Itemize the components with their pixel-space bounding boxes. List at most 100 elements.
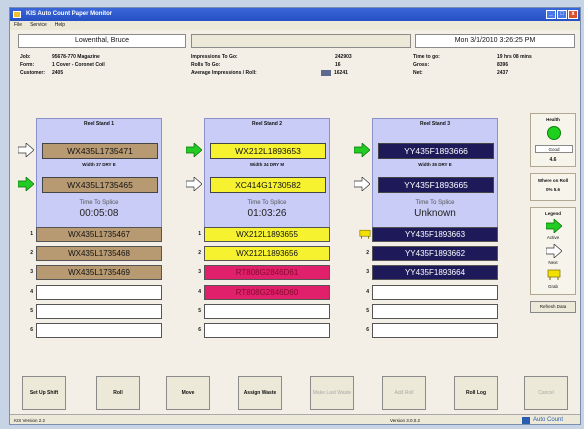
app-icon [13,11,21,18]
close-button[interactable]: x [568,10,578,19]
queue-position-number: 1 [198,231,201,237]
form-value: 1 Cover - Coronet Coil [52,62,105,68]
queue-position-number: 4 [366,289,369,295]
window-controls: _ □ x [546,10,578,19]
refresh-data-button[interactable]: Refresh Data [530,301,576,313]
datetime-field: Mon 3/1/2010 3:26:25 PM [415,34,575,48]
queued-roll-slot[interactable]: RT808G2846D61 [204,265,330,280]
queue-position-number: 6 [30,327,33,333]
add-roll-button[interactable]: Add Roll [382,376,426,410]
time-to-splice-label: Time To Splice [247,200,287,206]
queue-position-number: 6 [198,327,201,333]
queued-roll-slot[interactable] [36,285,162,300]
active-arrow-icon [186,143,202,157]
queued-roll-slot[interactable]: WX435L1735467 [36,227,162,242]
grab-cart-icon [359,229,371,239]
queued-roll-slot[interactable] [372,285,498,300]
status-center: Version 3.0.0.2 [390,418,421,423]
menu-service[interactable]: Service [30,21,47,30]
queued-roll-slot[interactable]: WX212L1893655 [204,227,330,242]
active-roll-top[interactable]: WX435L1735471 [42,143,158,159]
health-indicator-icon [547,126,561,140]
maximize-button[interactable]: □ [557,10,567,19]
active-roll-bottom[interactable]: XC414G1730582 [210,177,326,193]
legend-label: Legend [544,211,561,216]
queued-roll-slot[interactable] [372,304,498,319]
gross-label: Gross: [413,62,430,68]
queued-roll-slot[interactable]: YY435F1893664 [372,265,498,280]
queued-roll-slot[interactable]: WX435L1735468 [36,246,162,261]
job-label: Job: [20,54,31,60]
cancel-button[interactable]: Cancel [524,376,568,410]
make-last-waste-button[interactable]: Make Last Waste [310,376,354,410]
next-arrow-icon [18,143,34,157]
queued-roll-slot[interactable]: YY435F1893663 [372,227,498,242]
window-title: KIS Auto Count Paper Monitor [26,11,113,17]
queued-roll-slot[interactable] [372,323,498,338]
queue-position-number: 6 [366,327,369,333]
time-to-go-label: Time to go: [413,54,440,60]
average-impressions-value: 16241 [334,70,348,76]
menu-help[interactable]: Help [55,21,65,30]
roll-width-label: Width 34 DRY M [249,162,285,167]
set-up-shift-button[interactable]: Set Up Shift [22,376,66,410]
customer-value: 2405 [52,70,64,76]
average-icon[interactable] [321,69,331,76]
queued-roll-slot[interactable]: YY435F1893662 [372,246,498,261]
active-roll-bottom[interactable]: WX435L1735465 [42,177,158,193]
menu-file[interactable]: File [14,21,22,30]
active-arrow-icon [18,177,34,191]
queue-position-number: 4 [198,289,201,295]
reel-stand-title: Reel Stand 1 [83,121,114,127]
where-on-roll-label: Where on Roll [537,178,569,183]
queue-position-number: 5 [198,308,201,314]
impressions-to-go-value: 242903 [335,54,352,60]
net-value: 2437 [497,70,509,76]
customer-label: Customer: [20,70,46,76]
time-to-go-value: 19 hrs 08 mins [497,54,532,60]
rolls-to-go-value: 16 [335,62,341,68]
roll-log-button[interactable]: Roll Log [454,376,498,410]
queue-position-number: 5 [366,308,369,314]
active-roll-bottom[interactable]: YY435F1893665 [378,177,494,193]
queued-roll-slot[interactable] [36,304,162,319]
queued-roll-slot[interactable] [204,304,330,319]
grab-cart-icon [547,269,561,280]
roll-width-label: Width 35 DRY E [418,162,452,167]
menu-bar: File Service Help [10,21,580,30]
queued-roll-slot[interactable] [36,323,162,338]
status-left: KIS Version 2.2 [14,418,46,423]
reel-stand-3: Reel Stand 3 YY435F1893666 Width 35 DRY E Y… [372,118,498,231]
move-button[interactable]: Move [166,376,210,410]
queued-roll-slot[interactable] [204,323,330,338]
brand-logo-icon [522,417,530,424]
impressions-to-go-label: Impressions To Go: [191,54,238,60]
queued-roll-slot[interactable]: RT808G2846D60 [204,285,330,300]
where-on-roll-box: Where on Roll 0% 5.6 [530,173,576,201]
where-on-roll-values: 0% 5.6 [545,187,560,192]
time-to-splice-value: Unknown [414,208,456,219]
gross-value: 8396 [497,62,509,68]
active-roll-top[interactable]: WX212L1893653 [210,143,326,159]
queue-position-number: 1 [30,231,33,237]
next-arrow-icon [186,177,202,191]
job-value: 95678-770 Magazine [52,54,100,60]
legend-grab-label: Grab [547,284,558,289]
average-impressions-label: Average Impressions / Roll: [191,70,257,76]
brand-label: Auto Count [533,417,564,423]
minimize-button[interactable]: _ [546,10,556,19]
assign-waste-button[interactable]: Assign Waste [238,376,282,410]
active-roll-top[interactable]: YY435F1893666 [378,143,494,159]
legend-next-label: Next [548,260,558,265]
queue-position-number: 2 [366,250,369,256]
impressions-info: Impressions To Go: 242903 Rolls To Go: 16 … [191,53,391,77]
roll-width-label: Width 37 DRY E [82,162,116,167]
status-bar: KIS Version 2.2 Version 3.0.0.2 Auto Cou… [10,414,580,424]
roll-button[interactable]: Roll [96,376,140,410]
queued-roll-slot[interactable]: WX212L1893656 [204,246,330,261]
side-panel: Health Good 4.6 Where on Roll 0% 5.6 Leg… [530,113,576,313]
queued-roll-slot[interactable]: WX435L1735469 [36,265,162,280]
net-label: Net: [413,70,423,76]
title-bar[interactable]: KIS Auto Count Paper Monitor _ □ x [10,8,580,21]
health-status: Good [535,145,573,153]
